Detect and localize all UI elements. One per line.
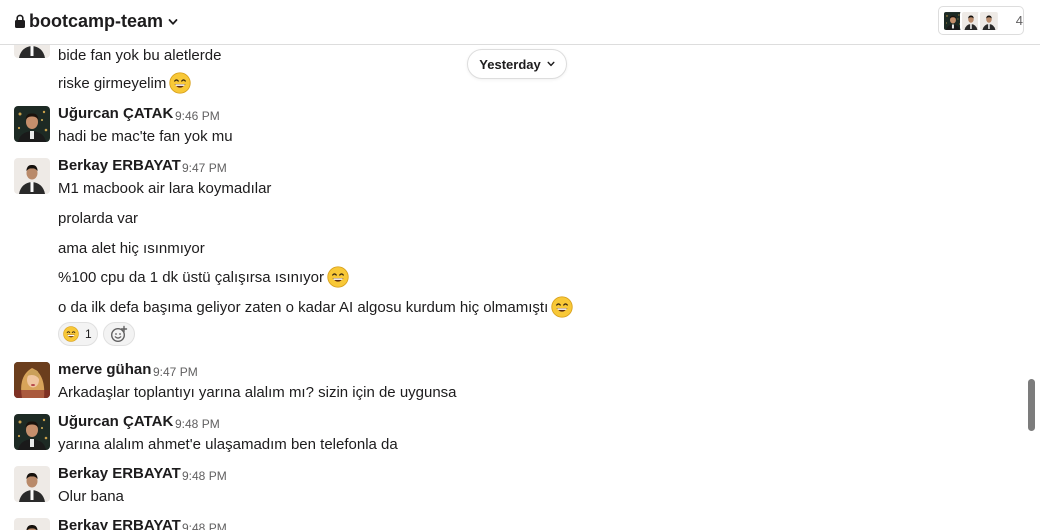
message-text: M1 macbook air lara koymadılar [58, 179, 272, 197]
channel-name: bootcamp-team [29, 10, 164, 31]
message-text: Olur bana [58, 487, 124, 505]
avatar[interactable] [14, 362, 50, 398]
grinning-emoji-icon [551, 296, 573, 318]
sender-name[interactable]: merve gühan [58, 361, 151, 378]
reaction-pill[interactable]: 1 [58, 322, 98, 346]
chevron-down-icon [168, 19, 178, 25]
member-list-button[interactable]: 4 [938, 6, 1024, 35]
message-text: yarına alalım ahmet'e ulaşamadım ben tel… [58, 435, 398, 453]
sender-name[interactable]: Uğurcan ÇATAK [58, 413, 173, 430]
avatar[interactable] [14, 106, 50, 142]
avatar[interactable] [14, 158, 50, 194]
lock-icon [15, 14, 25, 28]
sender-name[interactable]: Uğurcan ÇATAK [58, 105, 173, 122]
add-reaction-icon [110, 325, 128, 343]
message-list: bide fan yok bu aletlerde riske girmeyel… [0, 45, 1040, 530]
avatar[interactable] [14, 414, 50, 450]
sender-name[interactable]: Berkay ERBAYAT [58, 517, 181, 530]
message-text: %100 cpu da 1 dk üstü çalışırsa ısınıyor [58, 266, 349, 288]
grinning-emoji-icon [169, 72, 191, 94]
scrollbar-thumb[interactable] [1028, 379, 1035, 431]
message-timestamp[interactable]: 9:47 PM [182, 161, 227, 175]
message-timestamp[interactable]: 9:47 PM [153, 365, 198, 379]
date-divider-button[interactable]: Yesterday [467, 49, 567, 79]
message-timestamp[interactable]: 9:46 PM [175, 109, 220, 123]
chevron-down-icon [547, 61, 555, 67]
message-text: o da ilk defa başıma geliyor zaten o kad… [58, 296, 573, 318]
avatar[interactable] [14, 518, 50, 530]
add-reaction-button[interactable] [103, 322, 135, 346]
message-text: ama alet hiç ısınmıyor [58, 239, 205, 257]
message-text: bide fan yok bu aletlerde [58, 46, 222, 64]
grinning-emoji-icon [327, 266, 349, 288]
avatar[interactable] [14, 466, 50, 502]
sender-name[interactable]: Berkay ERBAYAT [58, 157, 181, 174]
member-avatar [977, 9, 1000, 32]
reaction-count: 1 [85, 327, 92, 341]
message-text: riske girmeyelim [58, 72, 191, 94]
member-count: 4 [1015, 13, 1023, 28]
message-timestamp[interactable]: 9:48 PM [182, 469, 227, 483]
grinning-emoji-icon [63, 326, 79, 342]
message-timestamp[interactable]: 9:48 PM [175, 417, 220, 431]
message-timestamp[interactable]: 9:48 PM [182, 521, 227, 530]
message-text: Arkadaşlar toplantıyı yarına alalım mı? … [58, 383, 457, 401]
message-text: prolarda var [58, 209, 139, 227]
sender-name[interactable]: Berkay ERBAYAT [58, 465, 181, 482]
channel-header: bootcamp-team 4 [0, 0, 1040, 45]
channel-name-button[interactable]: bootcamp-team [14, 9, 178, 33]
date-divider-label: Yesterday [479, 56, 541, 72]
avatar[interactable] [14, 45, 50, 58]
message-text: hadi be mac'te fan yok mu [58, 127, 233, 145]
